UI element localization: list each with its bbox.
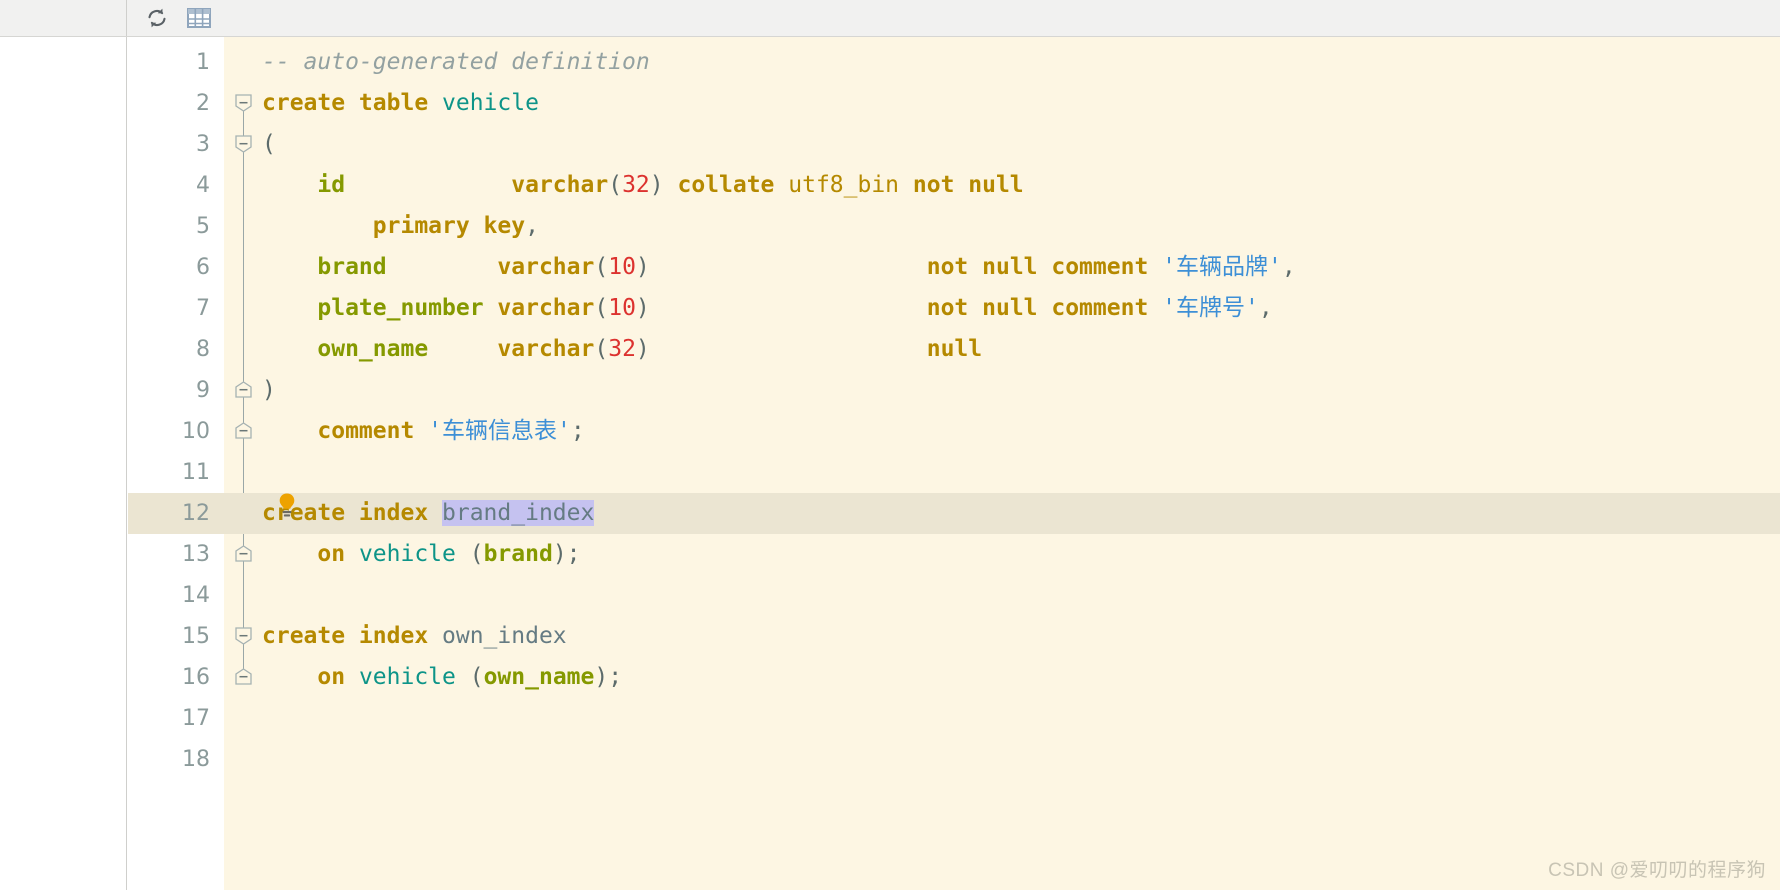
table-editor-button[interactable] (184, 3, 214, 33)
line-number: 1 (196, 50, 210, 75)
editor-toolbar (0, 0, 1780, 37)
code-line-text: plate_number varchar(10) not null commen… (317, 295, 1273, 321)
code-line-text: id varchar(32) collate utf8_bin not null (317, 172, 1024, 198)
code-line[interactable]: ( (224, 124, 1780, 165)
code-line-text: on vehicle (own_name); (317, 664, 623, 690)
toolbar-button-group (128, 0, 214, 36)
gutter-row[interactable]: 14 (128, 575, 224, 616)
gutter-row[interactable]: 11 (128, 452, 224, 493)
code-line-text: comment '车辆信息表'; (317, 418, 585, 444)
toolbar-left-panel (0, 0, 127, 36)
code-line[interactable]: plate_number varchar(10) not null commen… (224, 288, 1780, 329)
gutter-row[interactable]: 2 (128, 83, 224, 124)
code-line[interactable]: create table vehicle (224, 83, 1780, 124)
code-line-text: primary key, (372, 213, 539, 239)
code-line[interactable]: -- auto-generated definition (224, 42, 1780, 83)
line-number: 18 (182, 747, 210, 772)
gutter-row[interactable]: 18 (128, 739, 224, 780)
line-number: 12 (182, 501, 210, 526)
intention-bulb-icon[interactable] (276, 492, 298, 518)
left-side-panel (0, 37, 127, 890)
gutter-row[interactable]: 17 (128, 698, 224, 739)
gutter-row[interactable]: 13 (128, 534, 224, 575)
code-line[interactable] (224, 575, 1780, 616)
code-line[interactable]: brand varchar(10) not null comment '车辆品牌… (224, 247, 1780, 288)
line-number: 11 (182, 460, 210, 485)
code-line-text: -- auto-generated definition (262, 49, 650, 75)
code-line[interactable]: ) (224, 370, 1780, 411)
sql-editor-window: 1 2 3 4 5 6 7 8 9 10 11 12 13 14 15 16 17 18 -- auto-gene… (0, 0, 1780, 890)
code-line[interactable]: id varchar(32) collate utf8_bin not null (224, 165, 1780, 206)
gutter-row[interactable]: 10 (128, 411, 224, 452)
code-line[interactable]: create index brand_index (224, 493, 1780, 534)
line-number: 13 (182, 542, 210, 567)
gutter-row[interactable]: 9 (128, 370, 224, 411)
line-number: 10 (182, 419, 210, 444)
code-line[interactable] (224, 452, 1780, 493)
code-line-text: create index own_index (262, 623, 567, 649)
code-line[interactable] (224, 739, 1780, 780)
gutter-row[interactable]: 7 (128, 288, 224, 329)
sql-code-editor[interactable]: 1 2 3 4 5 6 7 8 9 10 11 12 13 14 15 16 17 18 -- auto-gene… (128, 37, 1780, 890)
line-number-gutter[interactable]: 1 2 3 4 5 6 7 8 9 10 11 12 13 14 15 16 17 18 (128, 37, 224, 890)
code-line-text: create table vehicle (262, 90, 539, 116)
code-line-text: brand varchar(10) not null comment '车辆品牌… (317, 254, 1296, 280)
csdn-watermark: CSDN @爱叨叨的程序狗 (1548, 860, 1766, 881)
line-number: 15 (182, 624, 210, 649)
code-line-text: create index brand_index (262, 500, 595, 526)
code-line-text: ( (262, 131, 276, 157)
line-number: 6 (196, 255, 210, 280)
line-number: 9 (196, 378, 210, 403)
table-grid-icon (187, 8, 211, 28)
line-number: 4 (196, 173, 210, 198)
line-number: 17 (182, 706, 210, 731)
code-line[interactable]: comment '车辆信息表'; (224, 411, 1780, 452)
code-line[interactable]: primary key, (224, 206, 1780, 247)
refresh-button[interactable] (142, 3, 172, 33)
code-line-text: on vehicle (brand); (317, 541, 581, 567)
gutter-row[interactable]: 15 (128, 616, 224, 657)
gutter-row[interactable]: 6 (128, 247, 224, 288)
line-number: 2 (196, 91, 210, 116)
gutter-row[interactable]: 8 (128, 329, 224, 370)
code-line[interactable]: on vehicle (own_name); (224, 657, 1780, 698)
gutter-row[interactable]: 1 (128, 42, 224, 83)
code-text-area[interactable]: -- auto-generated definition create table… (224, 37, 1780, 890)
gutter-row[interactable]: 4 (128, 165, 224, 206)
code-line[interactable]: on vehicle (brand); (224, 534, 1780, 575)
line-number: 16 (182, 665, 210, 690)
line-number: 3 (196, 132, 210, 157)
line-number: 14 (182, 583, 210, 608)
code-line[interactable]: create index own_index (224, 616, 1780, 657)
gutter-row[interactable]: 3 (128, 124, 224, 165)
code-line[interactable] (224, 698, 1780, 739)
gutter-row[interactable]: 16 (128, 657, 224, 698)
code-line[interactable]: own_name varchar(32) null (224, 329, 1780, 370)
line-number: 8 (196, 337, 210, 362)
code-line-text: ) (262, 377, 276, 403)
code-line-text: own_name varchar(32) null (317, 336, 983, 362)
refresh-icon (148, 8, 166, 28)
gutter-row[interactable]: 5 (128, 206, 224, 247)
line-number: 5 (196, 214, 210, 239)
gutter-row[interactable]: 12 (128, 493, 224, 534)
line-number: 7 (196, 296, 210, 321)
